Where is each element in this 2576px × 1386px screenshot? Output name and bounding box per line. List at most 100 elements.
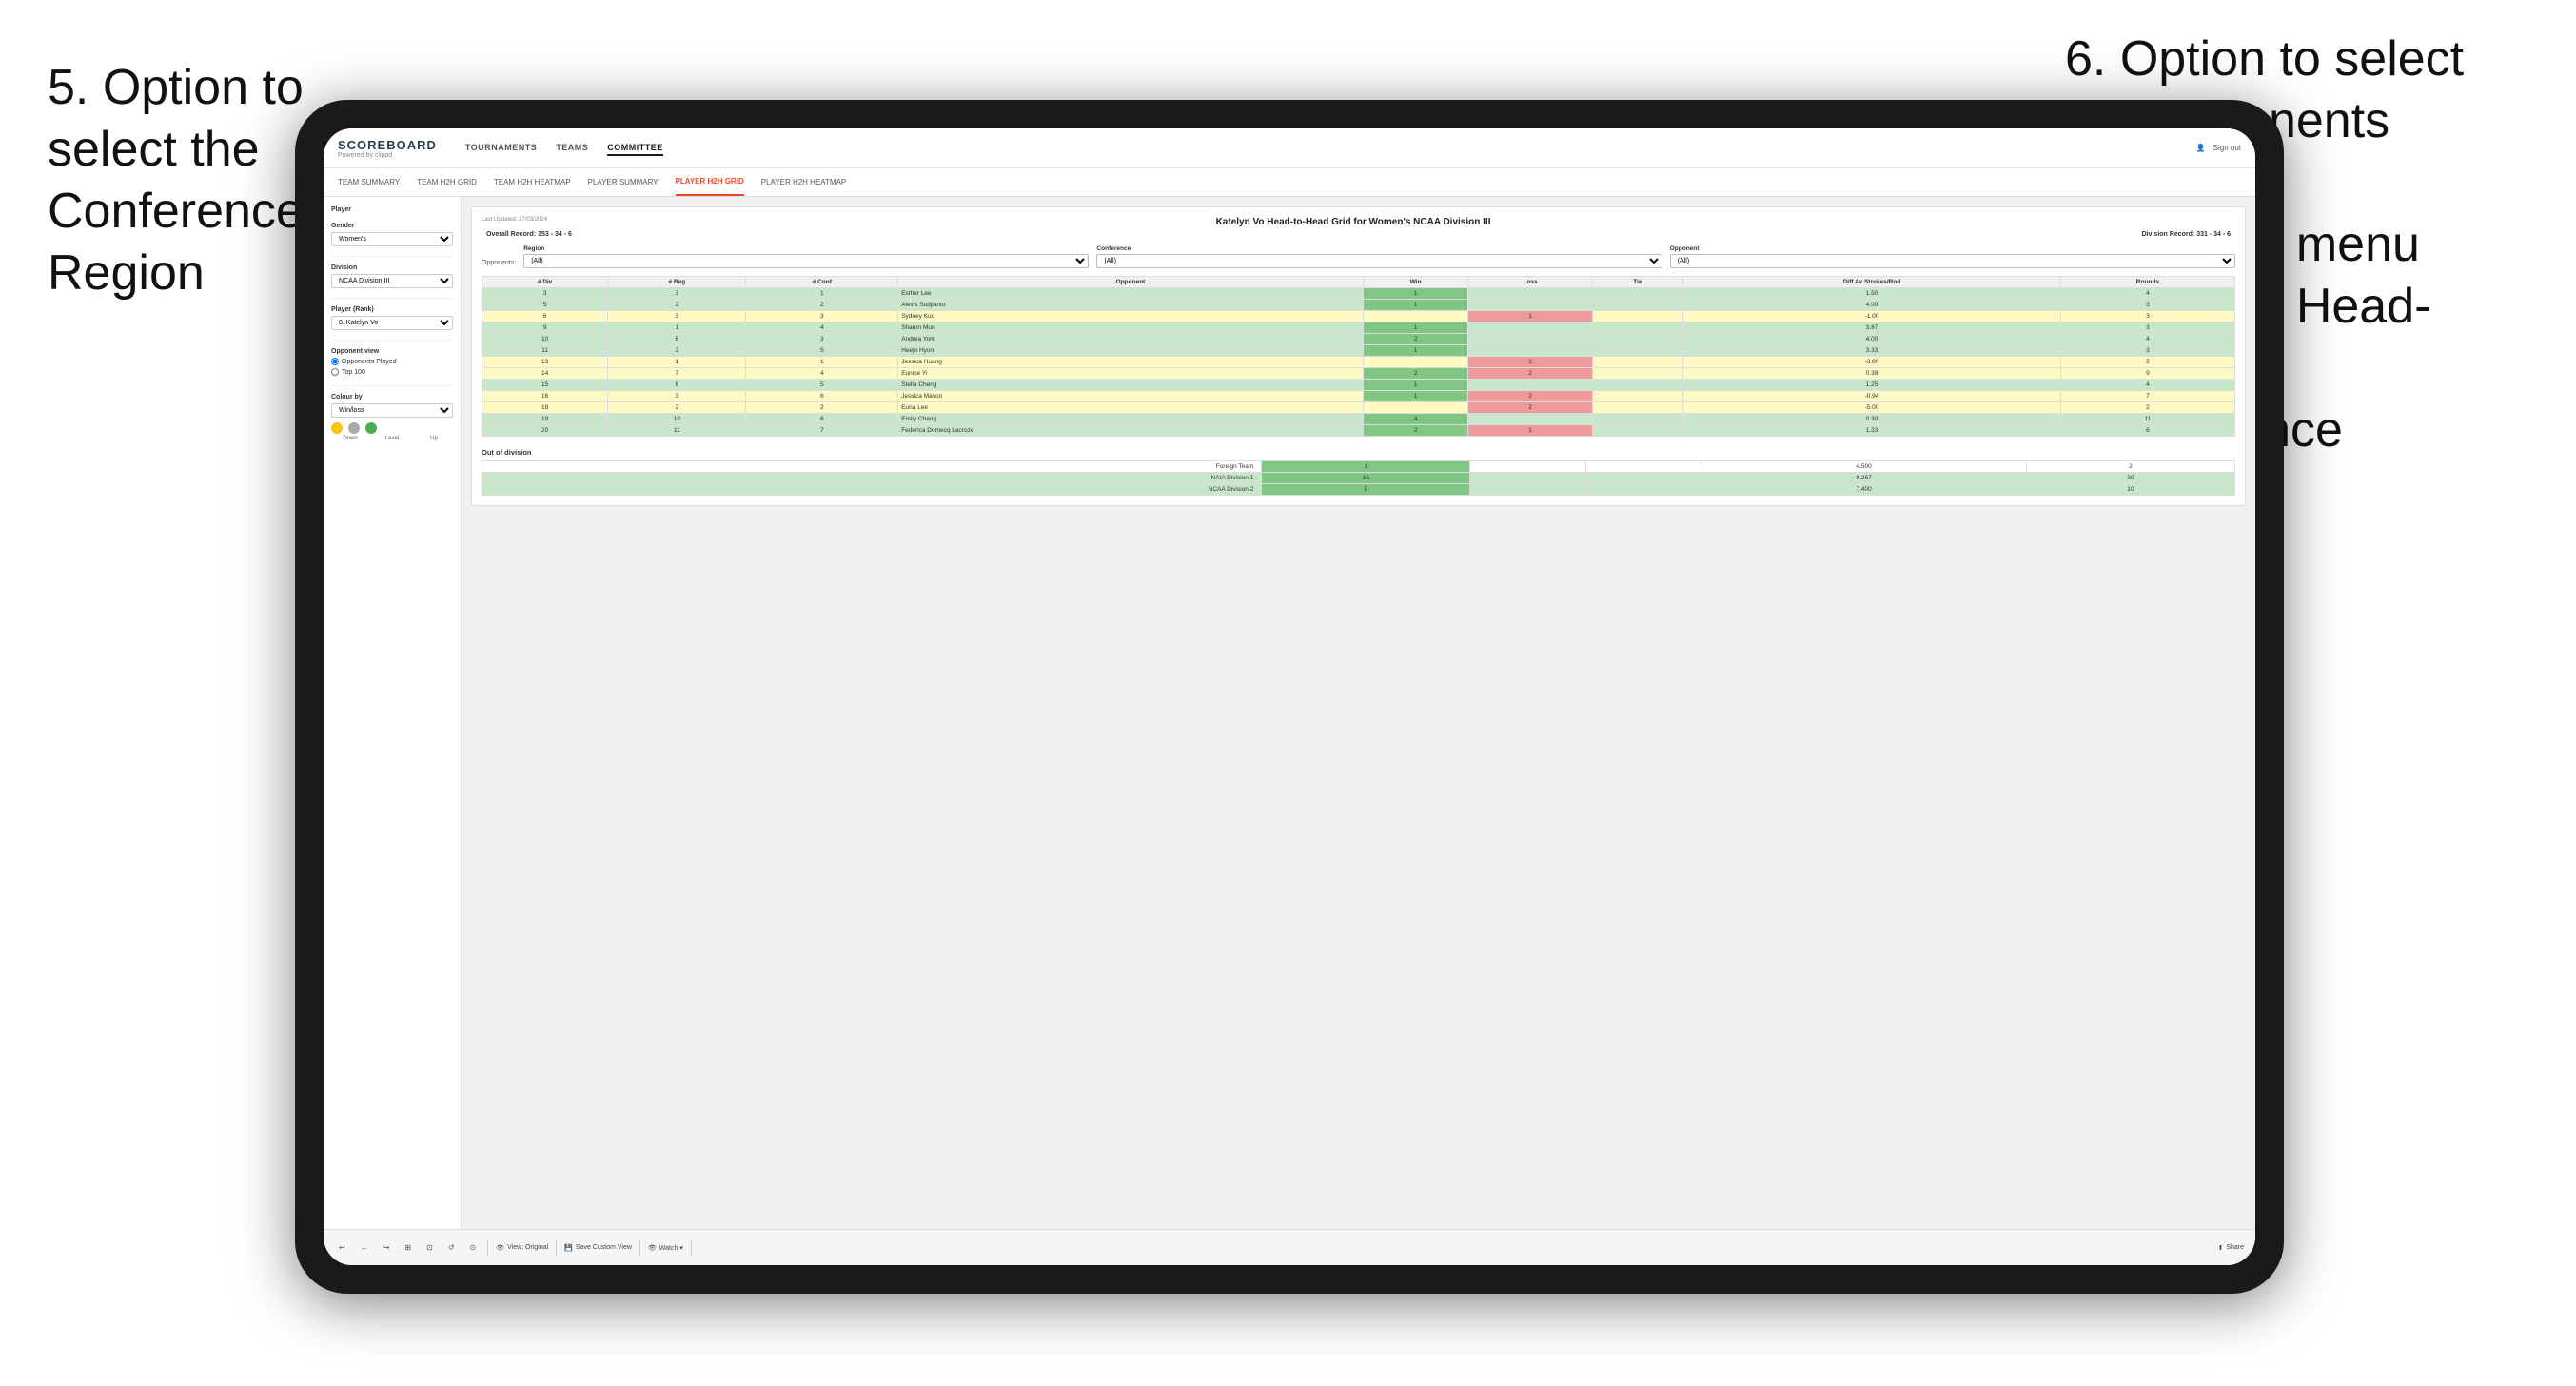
- back-btn[interactable]: ←: [357, 1241, 372, 1254]
- nav-tab-committee[interactable]: COMMITTEE: [607, 141, 663, 156]
- share-btn[interactable]: ⬆ Share: [2217, 1244, 2244, 1252]
- records-row: Overall Record: 353 - 34 - 6 Division Re…: [482, 231, 2235, 238]
- radio-opponents-played-input[interactable]: [331, 358, 339, 365]
- cell-tie: [1592, 322, 1683, 334]
- cell-name: NCAA Division 2: [482, 484, 1262, 496]
- cell-tie: [1592, 345, 1683, 357]
- save-icon: 💾: [564, 1244, 573, 1252]
- table-row: 3 3 1 Esther Lee 1 1.50 4: [482, 288, 2235, 300]
- data-view: Last Updated: 27/03/2024 Katelyn Vo Head…: [471, 206, 2246, 506]
- sub-nav-player-h2h-heatmap[interactable]: PLAYER H2H HEATMAP: [761, 168, 847, 196]
- cell-tie: [1592, 368, 1683, 380]
- conference-filter-select[interactable]: (All): [1096, 254, 1662, 268]
- out-of-division: Out of division Foreign Team 1 4.500 2 N…: [482, 448, 2235, 496]
- table-row: 14 7 4 Eunice Yi 2 2 0.38 9: [482, 368, 2235, 380]
- target-btn[interactable]: ⊙: [466, 1241, 481, 1254]
- gender-select[interactable]: Women's: [331, 232, 453, 246]
- sub-nav-team-h2h-grid[interactable]: TEAM H2H GRID: [417, 168, 477, 196]
- sub-nav-player-summary[interactable]: PLAYER SUMMARY: [588, 168, 659, 196]
- toolbar-sep4: [691, 1240, 692, 1256]
- grid-btn[interactable]: ⊞: [401, 1241, 415, 1254]
- cell-diff: 7.400: [1701, 484, 2026, 496]
- nav-tabs: TOURNAMENTS TEAMS COMMITTEE: [465, 141, 663, 156]
- cell-opponent: Jessica Mason: [898, 391, 1364, 402]
- list-item: Foreign Team 1 4.500 2: [482, 461, 2235, 473]
- refresh-btn[interactable]: ↺: [444, 1241, 459, 1254]
- cell-opponent: Euna Lee: [898, 402, 1364, 414]
- table-row: 11 2 5 Heejo Hyun 1 3.33 3: [482, 345, 2235, 357]
- cell-conf: 5: [746, 345, 898, 357]
- sub-nav: TEAM SUMMARY TEAM H2H GRID TEAM H2H HEAT…: [324, 168, 2255, 197]
- cell-diff: 1.50: [1683, 288, 2061, 300]
- undo-btn[interactable]: ↩: [335, 1241, 349, 1254]
- save-custom-btn[interactable]: 💾 Save Custom View: [564, 1244, 632, 1252]
- radio-top100-input[interactable]: [331, 368, 339, 376]
- cell-tie: [1592, 402, 1683, 414]
- conference-filter: Conference (All): [1096, 245, 1662, 268]
- toolbar-sep2: [556, 1240, 557, 1256]
- opponent-view-label: Opponent view: [331, 348, 453, 355]
- view-original-btn[interactable]: 👁 View: Original: [496, 1244, 548, 1252]
- cell-div: 19: [482, 414, 608, 425]
- cell-diff: -0.94: [1683, 391, 2061, 402]
- cell-loss: 1: [1468, 311, 1592, 322]
- cell-rounds: 11: [2060, 414, 2234, 425]
- sub-nav-team-h2h-heatmap[interactable]: TEAM H2H HEATMAP: [494, 168, 571, 196]
- player-label: Player: [331, 206, 453, 213]
- redo-btn[interactable]: ↪: [380, 1241, 394, 1254]
- cell-conf: 4: [746, 368, 898, 380]
- cell-tie: [1585, 484, 1701, 496]
- sub-nav-team-summary[interactable]: TEAM SUMMARY: [338, 168, 400, 196]
- cell-opponent: Sharon Mun: [898, 322, 1364, 334]
- colour-by-select[interactable]: Win/loss: [331, 403, 453, 418]
- cell-name: Foreign Team: [482, 461, 1262, 473]
- nav-tab-tournaments[interactable]: TOURNAMENTS: [465, 141, 537, 156]
- cell-tie: [1592, 391, 1683, 402]
- sign-out-link[interactable]: Sign out: [2213, 144, 2241, 152]
- user-icon: 👤: [2196, 144, 2206, 152]
- logo-area: SCOREBOARD Powered by clippd: [338, 138, 437, 159]
- player-section: Player: [331, 206, 453, 213]
- cell-tie: [1592, 357, 1683, 368]
- cell-win: 1: [1363, 288, 1468, 300]
- radio-opponents-played[interactable]: Opponents Played: [331, 358, 453, 365]
- cell-opponent: Jessica Huang: [898, 357, 1364, 368]
- cell-win: 1: [1262, 461, 1470, 473]
- cell-win: 5: [1262, 484, 1470, 496]
- cell-opponent: Eunice Yi: [898, 368, 1364, 380]
- th-opponent: Opponent: [898, 277, 1364, 288]
- radio-top100[interactable]: Top 100: [331, 368, 453, 376]
- cell-reg: 11: [608, 425, 746, 437]
- data-title: Katelyn Vo Head-to-Head Grid for Women's…: [547, 217, 2159, 227]
- nav-tab-teams[interactable]: TEAMS: [556, 141, 588, 156]
- cell-div: 9: [482, 322, 608, 334]
- player-rank-section: Player (Rank) 8. Katelyn Vo: [331, 306, 453, 330]
- cell-div: 6: [482, 311, 608, 322]
- cell-rounds: 6: [2060, 425, 2234, 437]
- cell-loss: [1468, 345, 1592, 357]
- cell-win: 1: [1363, 391, 1468, 402]
- region-filter-select[interactable]: (All): [523, 254, 1089, 268]
- division-select[interactable]: NCAA Division III: [331, 274, 453, 288]
- watch-btn[interactable]: 👁 Watch ▾: [648, 1244, 683, 1252]
- cell-win: 2: [1363, 425, 1468, 437]
- cell-rounds: 4: [2060, 380, 2234, 391]
- filter-row: Opponents: Region (All) Conference (All): [482, 245, 2235, 268]
- list-item: NCAA Division 2 5 7.400 10: [482, 484, 2235, 496]
- th-diff: Diff Av Strokes/Rnd: [1683, 277, 2061, 288]
- cell-loss: [1468, 300, 1592, 311]
- cell-reg: 8: [608, 380, 746, 391]
- player-rank-select[interactable]: 8. Katelyn Vo: [331, 316, 453, 330]
- cell-diff: 4.500: [1701, 461, 2026, 473]
- cell-win: 1: [1363, 300, 1468, 311]
- cell-tie: [1592, 414, 1683, 425]
- cell-tie: [1592, 380, 1683, 391]
- copy-btn[interactable]: ⊡: [423, 1241, 437, 1254]
- sub-nav-player-h2h-grid[interactable]: PLAYER H2H GRID: [676, 168, 744, 196]
- opponent-filter-select[interactable]: (All): [1670, 254, 2235, 268]
- cell-tie: [1592, 300, 1683, 311]
- cell-loss: [1468, 414, 1592, 425]
- overall-record: Overall Record: 353 - 34 - 6: [486, 231, 572, 238]
- table-row: 9 1 4 Sharon Mun 1 3.67 3: [482, 322, 2235, 334]
- toolbar-sep1: [487, 1240, 488, 1256]
